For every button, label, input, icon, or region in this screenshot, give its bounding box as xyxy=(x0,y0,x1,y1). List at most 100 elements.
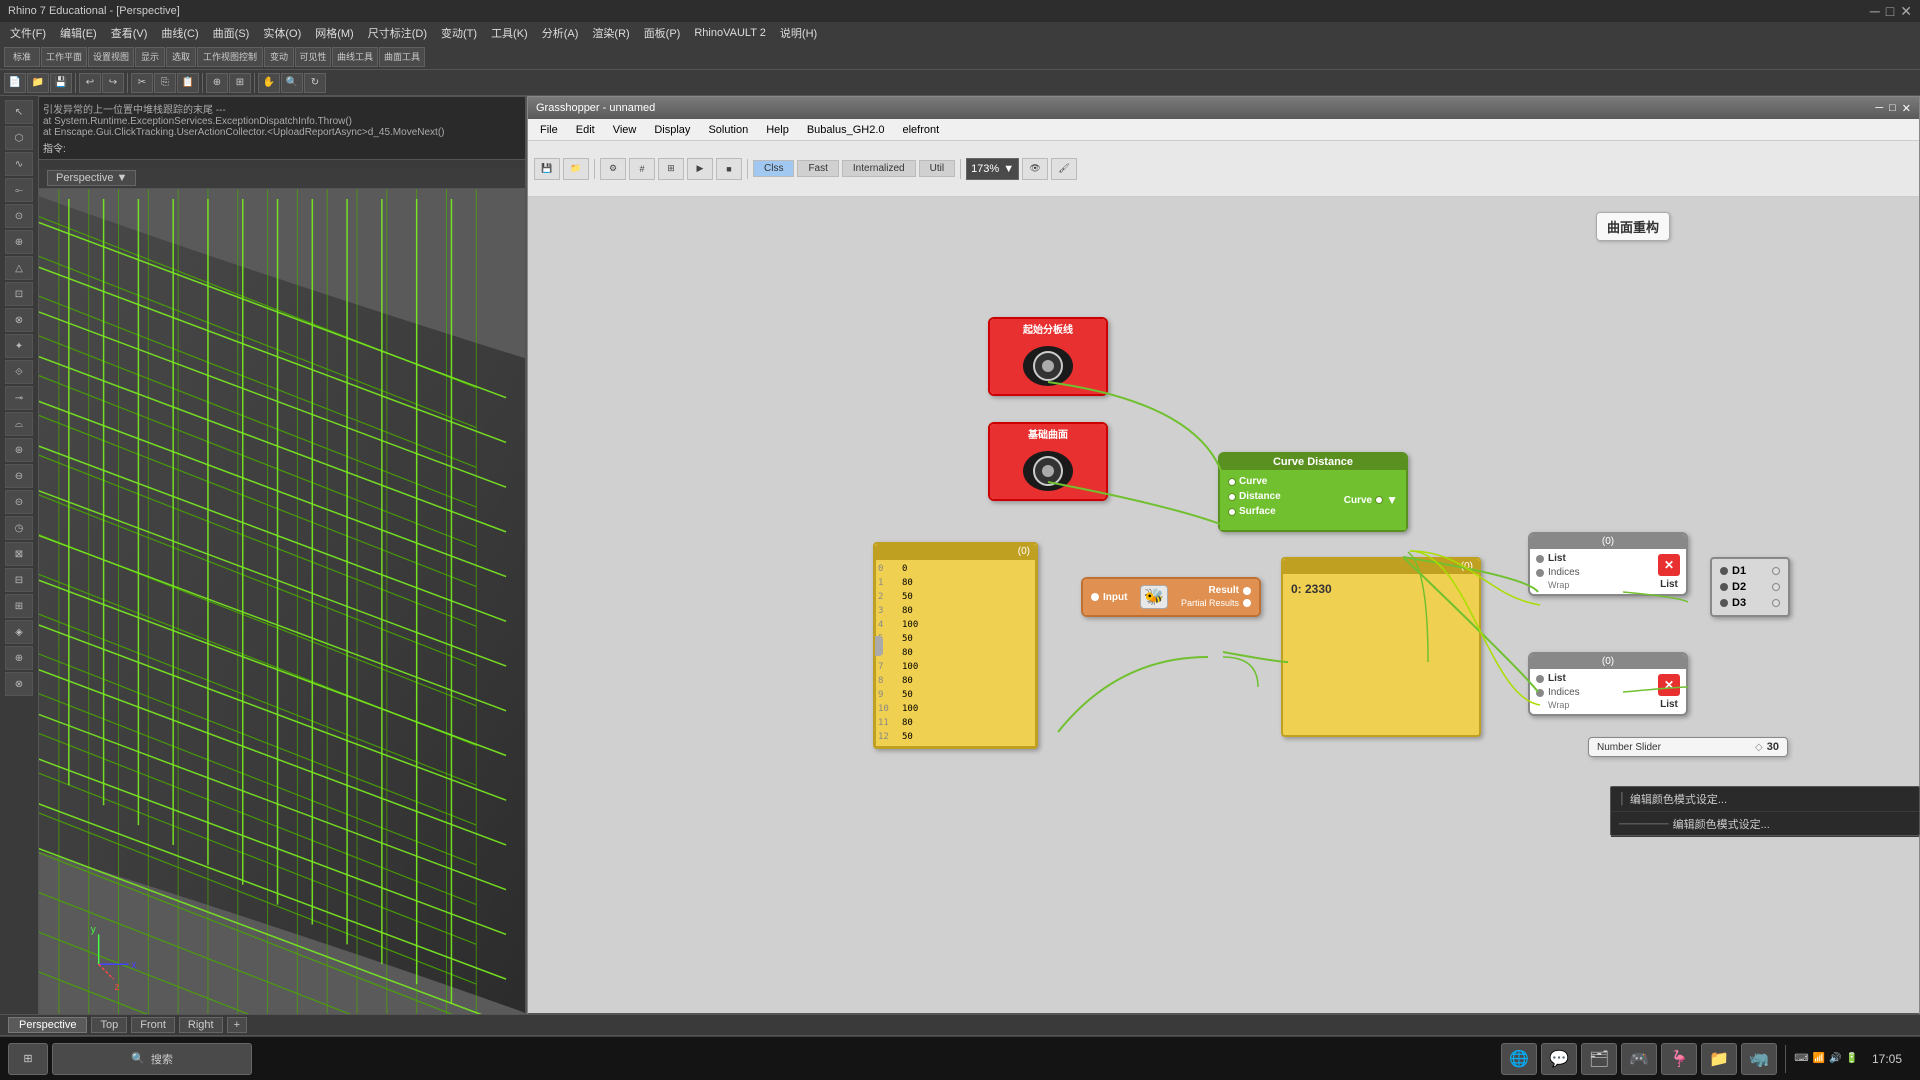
menu-help[interactable]: 说明(H) xyxy=(774,23,823,43)
tb-paste[interactable]: 📋 xyxy=(177,73,199,93)
lt-btn5[interactable]: ⊙ xyxy=(5,204,33,228)
gh-tb-stop[interactable]: ■ xyxy=(716,158,742,180)
tray-app2[interactable]: 💬 xyxy=(1541,1043,1577,1075)
tb-surftools[interactable]: 曲面工具 xyxy=(379,47,425,67)
gh-menu-edit[interactable]: Edit xyxy=(568,122,603,138)
gh-menu-elefront[interactable]: elefront xyxy=(895,122,948,138)
lt-btn2[interactable]: ⬡ xyxy=(5,126,33,150)
gh-tb-paint[interactable]: 🖌 xyxy=(1051,158,1077,180)
window-controls[interactable]: ─ □ ✕ xyxy=(1870,3,1912,20)
lt-btn23[interactable]: ⊗ xyxy=(5,672,33,696)
gh-mode-intern[interactable]: Internalized xyxy=(842,160,916,177)
bottom-tab-top[interactable]: Top xyxy=(91,1017,127,1033)
panel-resize-handle[interactable] xyxy=(875,636,883,656)
menu-render[interactable]: 渲染(R) xyxy=(586,23,635,43)
lt-btn1[interactable]: ↖ xyxy=(5,100,33,124)
base-surface-node[interactable]: 基础曲面 xyxy=(988,422,1108,501)
tb-zoom[interactable]: 🔍 xyxy=(281,73,303,93)
gh-menu-view[interactable]: View xyxy=(605,122,645,138)
minimize-icon[interactable]: ─ xyxy=(1870,3,1880,20)
tb-save[interactable]: 💾 xyxy=(50,73,72,93)
gh-tb-save[interactable]: 💾 xyxy=(534,158,560,180)
gh-menu-bubalus[interactable]: Bubalus_GH2.0 xyxy=(799,122,893,138)
viewport-3d-canvas[interactable]: x y z xyxy=(39,189,525,1035)
lt-btn6[interactable]: ⊕ xyxy=(5,230,33,254)
gh-mode-clss[interactable]: Clss xyxy=(753,160,794,177)
network-icon[interactable]: 📶 xyxy=(1813,1053,1825,1064)
keyboard-icon[interactable]: ⌨ xyxy=(1794,1053,1808,1064)
tb-transform[interactable]: 变动 xyxy=(264,47,294,67)
lt-btn14[interactable]: ⊛ xyxy=(5,438,33,462)
tb-redo[interactable]: ↪ xyxy=(102,73,124,93)
yellow-output-panel[interactable]: (0) 0: 2330 xyxy=(1281,557,1481,737)
lt-btn20[interactable]: ⊞ xyxy=(5,594,33,618)
volume-icon[interactable]: 🔊 xyxy=(1829,1053,1841,1064)
tb-pan[interactable]: ✋ xyxy=(258,73,280,93)
gh-tb-zoom-fit[interactable]: ⊞ xyxy=(658,158,684,180)
bottom-tab-add[interactable]: + xyxy=(227,1017,247,1033)
menu-analyze[interactable]: 分析(A) xyxy=(536,23,585,43)
gh-close[interactable]: ✕ xyxy=(1902,102,1911,115)
zoom-select[interactable]: 173% ▼ xyxy=(966,158,1019,180)
bottom-tab-front[interactable]: Front xyxy=(131,1017,175,1033)
viewport-top-label[interactable]: Perspective ▼ xyxy=(39,167,527,189)
tb-snap[interactable]: ⊕ xyxy=(206,73,228,93)
lt-btn15[interactable]: ⊖ xyxy=(5,464,33,488)
lt-btn9[interactable]: ⊗ xyxy=(5,308,33,332)
lt-btn7[interactable]: △ xyxy=(5,256,33,280)
gh-menu-display[interactable]: Display xyxy=(646,122,698,138)
gh-window-controls[interactable]: ─ □ ✕ xyxy=(1875,102,1911,115)
gh-mode-fast[interactable]: Fast xyxy=(797,160,838,177)
bottom-tab-perspective[interactable]: Perspective xyxy=(8,1017,87,1033)
panel-data-node[interactable]: (0) 00 180 250 380 4100 550 680 7100 880… xyxy=(873,542,1038,749)
lt-btn19[interactable]: ⊟ xyxy=(5,568,33,592)
tb-setview[interactable]: 设置视图 xyxy=(88,47,134,67)
battery-icon[interactable]: 🔋 xyxy=(1846,1053,1858,1064)
curve-distance-node[interactable]: Curve Distance Curve Distance xyxy=(1218,452,1408,532)
tb-rotate[interactable]: ↻ xyxy=(304,73,326,93)
tray-app3[interactable]: 🗂 xyxy=(1581,1043,1617,1075)
tb-visible[interactable]: 可见性 xyxy=(295,47,331,67)
gh-tb-grid[interactable]: # xyxy=(629,158,655,180)
lt-btn11[interactable]: ⟐ xyxy=(5,360,33,384)
tb-undo[interactable]: ↩ xyxy=(79,73,101,93)
tb-open[interactable]: 📁 xyxy=(27,73,49,93)
gh-menu-solution[interactable]: Solution xyxy=(700,122,756,138)
tb-display[interactable]: 显示 xyxy=(135,47,165,67)
menu-curve[interactable]: 曲线(C) xyxy=(155,23,204,43)
zoom-dropdown-icon[interactable]: ▼ xyxy=(1003,163,1014,175)
tb-std[interactable]: 标准 xyxy=(4,47,40,67)
menu-transform[interactable]: 变动(T) xyxy=(435,23,483,43)
menu-view[interactable]: 查看(V) xyxy=(105,23,154,43)
tb-curvetools[interactable]: 曲线工具 xyxy=(332,47,378,67)
lt-btn13[interactable]: ⌓ xyxy=(5,412,33,436)
bottom-tab-right[interactable]: Right xyxy=(179,1017,223,1033)
menu-tools[interactable]: 工具(K) xyxy=(485,23,534,43)
menu-file[interactable]: 文件(F) xyxy=(4,23,52,43)
gh-menu-file[interactable]: File xyxy=(532,122,566,138)
tray-app6[interactable]: 📁 xyxy=(1701,1043,1737,1075)
viewport-name-label[interactable]: Perspective ▼ xyxy=(47,170,136,186)
start-curve-node[interactable]: 起始分板线 xyxy=(988,317,1108,396)
tb-new[interactable]: 📄 xyxy=(4,73,26,93)
tb-workplane[interactable]: 工作平面 xyxy=(41,47,87,67)
gh-tb-eye[interactable]: 👁 xyxy=(1022,158,1048,180)
menu-edit[interactable]: 编辑(E) xyxy=(54,23,103,43)
menu-solid[interactable]: 实体(O) xyxy=(257,23,307,43)
tb-select[interactable]: 选取 xyxy=(166,47,196,67)
gh-mode-util[interactable]: Util xyxy=(919,160,955,177)
menu-dim[interactable]: 尺寸标注(D) xyxy=(362,23,433,43)
gh-tb-open[interactable]: 📁 xyxy=(563,158,589,180)
menu-mesh[interactable]: 网格(M) xyxy=(309,23,360,43)
lt-btn10[interactable]: ✦ xyxy=(5,334,33,358)
tb-grid[interactable]: ⊞ xyxy=(229,73,251,93)
lt-btn18[interactable]: ⊠ xyxy=(5,542,33,566)
menu-surface[interactable]: 曲面(S) xyxy=(207,23,256,43)
tray-app1[interactable]: 🌐 xyxy=(1501,1043,1537,1075)
start-button[interactable]: ⊞ xyxy=(8,1043,48,1075)
number-slider-node[interactable]: Number Slider ◇ 30 xyxy=(1588,737,1788,757)
search-button[interactable]: 🔍 搜索 xyxy=(52,1043,252,1075)
menu-rhinovault[interactable]: RhinoVAULT 2 xyxy=(688,25,772,41)
gh-tb-settings[interactable]: ⚙ xyxy=(600,158,626,180)
gh-maximize[interactable]: □ xyxy=(1889,102,1896,115)
